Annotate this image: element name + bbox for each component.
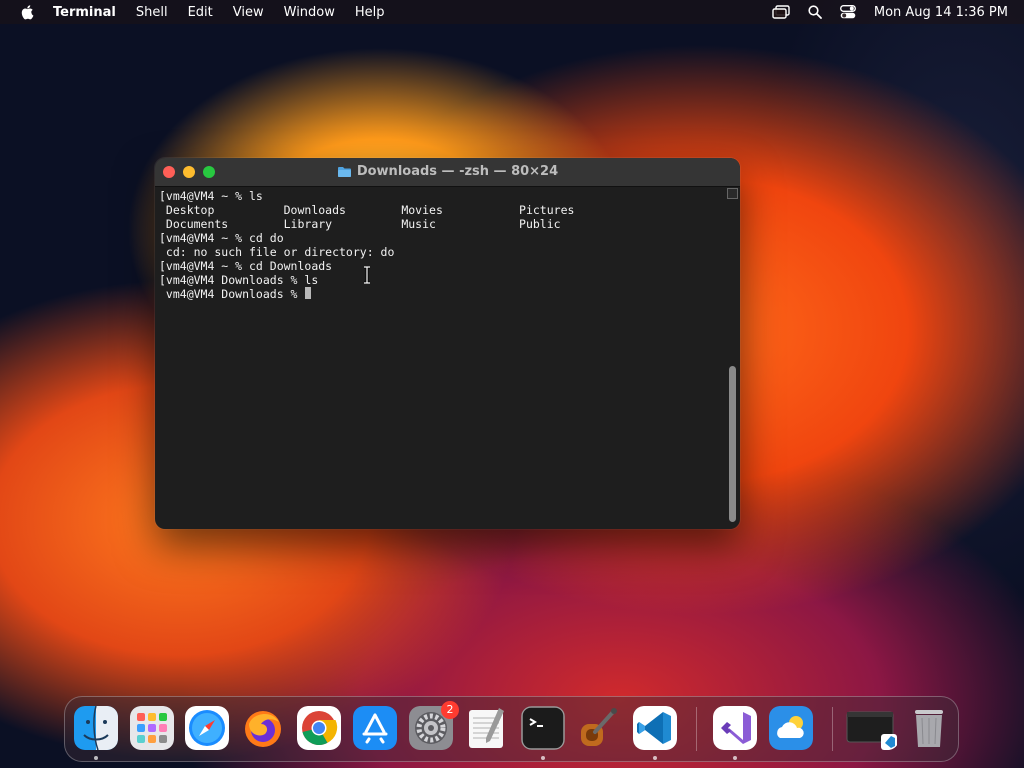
terminal-prompt: vm4@VM4 Downloads % <box>159 287 305 301</box>
scrollbar-thumb[interactable] <box>729 366 736 522</box>
terminal-output[interactable]: [vm4@VM4 ~ % ls Desktop Downloads Movies… <box>155 187 725 529</box>
terminal-prompt-line[interactable]: vm4@VM4 Downloads % <box>159 287 725 301</box>
running-indicator <box>653 756 657 760</box>
dock-trash-icon[interactable] <box>907 706 951 750</box>
dock-chrome-icon[interactable] <box>297 706 341 750</box>
dock-separator <box>832 707 833 751</box>
running-indicator <box>733 756 737 760</box>
menu-shell[interactable]: Shell <box>136 5 168 20</box>
menu-edit[interactable]: Edit <box>188 5 213 20</box>
menu-window[interactable]: Window <box>284 5 335 20</box>
apple-menu-icon[interactable] <box>20 4 34 20</box>
notification-badge: 2 <box>441 701 459 719</box>
menu-help[interactable]: Help <box>355 5 385 20</box>
terminal-line: Documents Library Music Public <box>159 217 561 231</box>
dock-visual-studio-icon[interactable] <box>713 706 757 750</box>
dock-terminal-icon[interactable] <box>521 706 565 750</box>
dock-instruments-icon[interactable] <box>577 706 621 750</box>
menu-view[interactable]: View <box>233 5 264 20</box>
ibeam-cursor-icon <box>364 266 370 284</box>
control-center-icon[interactable] <box>839 5 856 19</box>
dock-safari-icon[interactable] <box>185 706 229 750</box>
dock-firefox-icon[interactable] <box>241 706 285 750</box>
terminal-line: [vm4@VM4 ~ % cd Downloads <box>159 259 333 273</box>
spotlight-search-icon[interactable] <box>808 5 822 19</box>
dock-minimized-window-icon[interactable] <box>845 706 899 750</box>
folder-icon <box>337 166 351 177</box>
dock-vscode-icon[interactable] <box>633 706 677 750</box>
running-indicator <box>94 756 98 760</box>
running-indicator <box>541 756 545 760</box>
split-pane-icon[interactable] <box>727 188 738 199</box>
dock: 2 <box>64 696 959 762</box>
dock-textedit-icon[interactable] <box>465 706 509 750</box>
window-titlebar[interactable]: Downloads — -zsh — 80×24 <box>155 158 740 187</box>
dock-finder-icon[interactable] <box>74 706 118 750</box>
dock-app-store-icon[interactable] <box>353 706 397 750</box>
dock-weather-icon[interactable] <box>769 706 813 750</box>
window-title: Downloads — -zsh — 80×24 <box>356 164 559 179</box>
text-cursor <box>305 287 312 299</box>
menu-app-terminal[interactable]: Terminal <box>53 5 116 20</box>
terminal-line: [vm4@VM4 Downloads % ls <box>159 273 319 287</box>
dock-launchpad-icon[interactable] <box>130 706 174 750</box>
menu-bar: Terminal Shell Edit View Window Help Mon… <box>0 0 1024 24</box>
menu-clock[interactable]: Mon Aug 14 1:36 PM <box>874 5 1008 20</box>
terminal-window: Downloads — -zsh — 80×24 [vm4@VM4 ~ % ls… <box>155 158 740 529</box>
dock-separator <box>696 707 697 751</box>
terminal-line: cd: no such file or directory: do <box>159 245 395 259</box>
screen-mirroring-icon[interactable] <box>772 5 790 19</box>
terminal-line: [vm4@VM4 ~ % cd do <box>159 231 284 245</box>
vertical-scrollbar[interactable] <box>727 188 738 527</box>
window-title-container: Downloads — -zsh — 80×24 <box>155 164 740 179</box>
terminal-line: Desktop Downloads Movies Pictures <box>159 203 575 217</box>
terminal-line: [vm4@VM4 ~ % ls <box>159 189 263 203</box>
